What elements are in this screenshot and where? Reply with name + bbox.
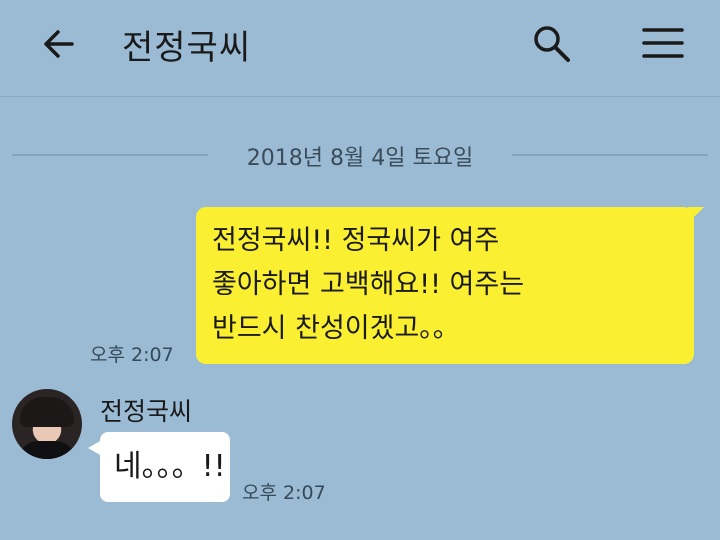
sender-name: 전정국씨	[100, 397, 193, 426]
date-separator: 2018년 8월 4일 토요일	[12, 140, 708, 171]
avatar-shirt	[17, 441, 77, 459]
my-message-time: 오후 2:07	[90, 344, 174, 366]
my-message-bubble[interactable]: 전정국씨!! 정국씨가 여주 좋아하면 고백해요!! 여주는 반드시 찬성이겠고…	[196, 207, 694, 364]
avatar-hair	[20, 397, 74, 427]
message-line: 반드시 찬성이겠고。。	[212, 313, 460, 344]
menu-button[interactable]	[640, 22, 686, 66]
their-message-time: 오후 2:07	[242, 482, 326, 504]
divider-left	[12, 154, 208, 156]
date-label: 2018년 8월 4일 토요일	[246, 146, 474, 171]
message-line: 좋아하면 고백해요!! 여주는	[212, 269, 525, 300]
arrow-left-icon	[44, 30, 74, 58]
chat-header: 전정국씨	[0, 0, 720, 97]
hamburger-menu-icon	[642, 28, 684, 58]
search-button[interactable]	[530, 22, 574, 66]
search-icon	[534, 26, 570, 62]
back-button[interactable]	[38, 24, 80, 64]
avatar[interactable]	[12, 389, 82, 459]
divider-right	[512, 154, 708, 156]
chat-title: 전정국씨	[122, 28, 252, 68]
their-message-bubble[interactable]: 네。。。!!	[100, 432, 230, 502]
message-line: 전정국씨!! 정국씨가 여주	[212, 225, 500, 256]
